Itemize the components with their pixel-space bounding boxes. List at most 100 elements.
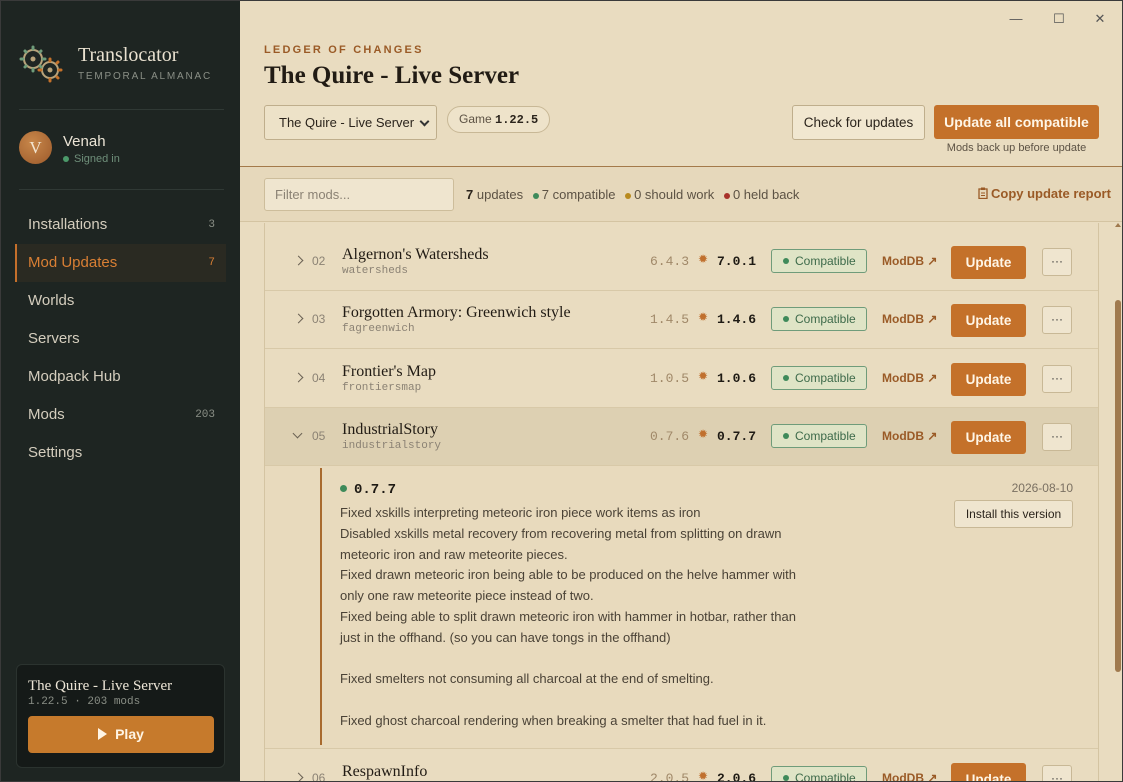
sidebar-item-count: 7 — [208, 257, 215, 269]
scrollbar-thumb[interactable] — [1115, 300, 1121, 672]
app-title: Translocator — [78, 44, 179, 66]
current-version: 6.4.3 — [650, 254, 690, 269]
compatible-label: Compatible — [795, 254, 856, 268]
chevron-right-icon[interactable] — [293, 772, 304, 781]
server-card-title: The Quire - Live Server — [28, 678, 173, 694]
sidebar-item-count: 203 — [195, 409, 215, 421]
new-version: 1.0.6 — [717, 371, 757, 386]
current-version: 2.0.5 — [650, 771, 690, 782]
mod-id: industrialstory — [342, 440, 442, 452]
update-button[interactable]: Update — [951, 246, 1026, 279]
chevron-down-icon[interactable] — [292, 428, 303, 439]
chevron-right-icon[interactable] — [293, 313, 304, 324]
compatible-label: Compatible — [795, 371, 856, 385]
more-options-button[interactable]: ··· — [1042, 306, 1072, 334]
moddb-link[interactable]: ModDB ↗ — [882, 254, 937, 268]
sidebar-item-settings[interactable]: Settings — [15, 434, 226, 472]
mod-id: frontiersmap — [342, 382, 422, 394]
play-button[interactable]: Play — [28, 716, 214, 753]
mod-index: 02 — [312, 254, 326, 268]
compatible-dot-icon — [532, 192, 539, 199]
brand: Translocator TEMPORAL ALMANAC — [19, 41, 229, 91]
copy-update-report-link[interactable]: Copy update report — [978, 186, 1111, 201]
sidebar-item-modpack-hub[interactable]: Modpack Hub — [15, 358, 226, 396]
maximize-icon[interactable]: ☐ — [1049, 11, 1069, 27]
mod-name: RespawnInfo — [342, 763, 428, 780]
mod-row[interactable]: 03 Forgotten Armory: Greenwich style fag… — [265, 291, 1098, 349]
scroll-up-icon[interactable] — [1115, 223, 1121, 227]
install-this-version-button[interactable]: Install this version — [954, 500, 1073, 528]
game-version: 1.22.5 — [495, 113, 539, 127]
update-button[interactable]: Update — [951, 304, 1026, 337]
mod-id: watersheds — [342, 265, 409, 277]
compatible-badge: Compatible — [771, 424, 867, 448]
copy-report-label: Copy update report — [991, 186, 1111, 201]
mod-row[interactable]: 05 IndustrialStory industrialstory 0.7.6… — [265, 408, 1098, 466]
mod-index: 04 — [312, 371, 326, 385]
scrollbar[interactable] — [1114, 223, 1122, 781]
compatible-label: Compatible — [795, 312, 856, 326]
status-dot-icon — [783, 433, 789, 439]
mod-name: IndustrialStory — [342, 421, 438, 438]
mod-row[interactable]: 06 RespawnInfo 2.0.5 ✹ 2.0.6 Compatible … — [265, 750, 1098, 782]
mod-row[interactable]: 02 Algernon's Watersheds watersheds 6.4.… — [265, 233, 1098, 291]
gear-icon: ✹ — [698, 252, 709, 266]
more-options-button[interactable]: ··· — [1042, 423, 1072, 451]
sidebar-item-label: Servers — [28, 330, 80, 347]
sidebar-item-label: Mods — [28, 406, 65, 423]
page-eyebrow: LEDGER OF CHANGES — [264, 44, 424, 56]
sidebar-item-installations[interactable]: Installations 3 — [15, 206, 226, 244]
active-server-card: The Quire - Live Server 1.22.5 · 203 mod… — [16, 664, 225, 768]
update-stats: 7 updates 7 compatible 0 should work 0 h… — [466, 187, 799, 202]
changelog-accent-bar — [320, 468, 322, 745]
user-status: Signed in — [63, 153, 120, 165]
sidebar-item-label: Mod Updates — [28, 254, 118, 271]
user-name: Venah — [63, 133, 106, 150]
moddb-link[interactable]: ModDB ↗ — [882, 771, 937, 781]
update-all-compatible-button[interactable]: Update all compatible — [934, 105, 1099, 139]
check-for-updates-button[interactable]: Check for updates — [792, 105, 925, 140]
mod-row[interactable]: 04 Frontier's Map frontiersmap 1.0.5 ✹ 1… — [265, 350, 1098, 408]
chevron-right-icon[interactable] — [293, 255, 304, 266]
mod-update-list: 02 Algernon's Watersheds watersheds 6.4.… — [264, 223, 1099, 782]
sidebar-item-worlds[interactable]: Worlds — [15, 282, 226, 320]
user-status-text: Signed in — [74, 153, 120, 165]
new-version: 7.0.1 — [717, 254, 757, 269]
play-label: Play — [115, 726, 144, 742]
more-options-button[interactable]: ··· — [1042, 248, 1072, 276]
game-version-badge: Game 1.22.5 — [447, 106, 551, 133]
compatible-label: Compatible — [795, 771, 856, 782]
server-select[interactable]: The Quire - Live Server — [264, 105, 437, 140]
more-options-button[interactable]: ··· — [1042, 365, 1072, 393]
minimize-icon[interactable]: — — [1006, 11, 1026, 26]
page-title: The Quire - Live Server — [264, 62, 520, 89]
update-button[interactable]: Update — [951, 421, 1026, 454]
sidebar-item-mods[interactable]: Mods 203 — [15, 396, 226, 434]
sidebar-item-servers[interactable]: Servers — [15, 320, 226, 358]
compatible-label: Compatible — [795, 429, 856, 443]
gear-icon: ✹ — [698, 310, 709, 324]
mod-id: fagreenwich — [342, 323, 415, 335]
chevron-right-icon[interactable] — [293, 372, 304, 383]
sidebar-item-label: Installations — [28, 216, 108, 233]
current-version: 1.0.5 — [650, 371, 690, 386]
update-button[interactable]: Update — [951, 763, 1026, 781]
update-button[interactable]: Update — [951, 363, 1026, 396]
sidebar-nav: Installations 3 Mod Updates 7 Worlds Serve… — [15, 206, 226, 472]
gears-logo-icon — [19, 45, 63, 83]
sidebar-item-label: Worlds — [28, 292, 75, 309]
mod-name: Frontier's Map — [342, 363, 436, 380]
chevron-down-icon — [419, 116, 430, 127]
sidebar-divider — [19, 109, 224, 110]
moddb-link[interactable]: ModDB ↗ — [882, 312, 937, 326]
filter-mods-input[interactable]: Filter mods... — [264, 178, 454, 211]
mod-index: 06 — [312, 771, 326, 782]
user-profile[interactable]: V Venah Signed in — [19, 131, 224, 171]
close-icon[interactable]: ✕ — [1090, 11, 1110, 27]
moddb-link[interactable]: ModDB ↗ — [882, 371, 937, 385]
sidebar-item-label: Settings — [28, 444, 83, 461]
current-version: 1.4.5 — [650, 312, 690, 327]
sidebar-item-mod-updates[interactable]: Mod Updates 7 — [15, 244, 226, 282]
more-options-button[interactable]: ··· — [1042, 765, 1072, 781]
moddb-link[interactable]: ModDB ↗ — [882, 429, 937, 443]
